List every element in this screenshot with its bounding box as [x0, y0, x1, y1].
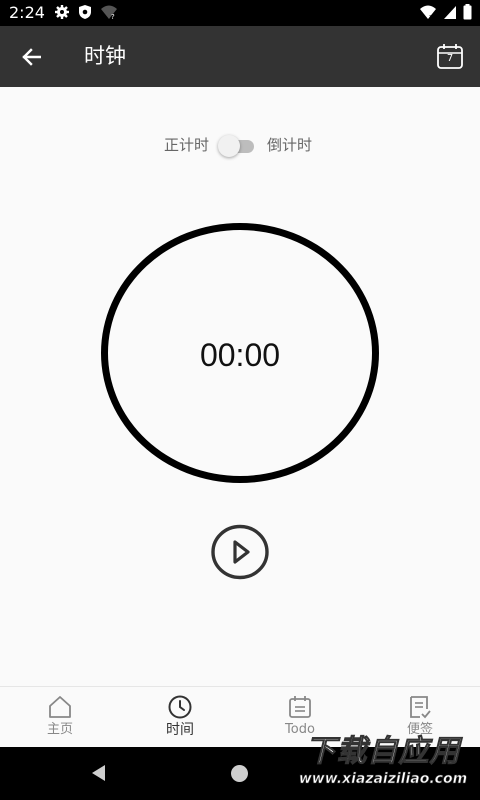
- mode-switch-row: 正计时 倒计时: [0, 133, 480, 157]
- calendar-icon: [289, 696, 311, 718]
- note-icon: [410, 696, 431, 719]
- back-button[interactable]: [14, 41, 48, 73]
- timer-display-area: 00:00: [0, 223, 480, 483]
- toggle-thumb: [218, 135, 240, 157]
- page-title: 时钟: [84, 44, 126, 68]
- watermark-url: www.xiazaiziliao.com: [298, 771, 468, 788]
- system-home-icon[interactable]: [231, 765, 248, 782]
- battery-icon: [463, 4, 472, 24]
- status-right-icons: x: [419, 4, 472, 24]
- gear-icon: [54, 4, 70, 24]
- svg-text:?: ?: [111, 13, 115, 20]
- watermark-text: 下载自应用: [305, 734, 461, 770]
- nav-item-time[interactable]: 时间: [120, 687, 240, 747]
- mode-toggle[interactable]: [218, 135, 256, 157]
- count-up-label: 正计时: [164, 136, 210, 154]
- play-button[interactable]: [211, 524, 269, 580]
- arrow-left-icon: [22, 48, 41, 66]
- nav-label-time: 时间: [166, 722, 194, 738]
- clock-icon: [168, 695, 192, 719]
- watermark: 下载自应用 www.xiazaiziliao.com: [290, 732, 476, 794]
- signal-icon: [443, 4, 457, 24]
- shield-icon: [78, 4, 92, 24]
- wifi-x-icon: x: [419, 4, 437, 24]
- timer-display: 00:00: [199, 337, 281, 373]
- status-time: 2:24: [9, 3, 45, 22]
- home-icon: [49, 696, 71, 718]
- status-bar: 2:24 ? x: [0, 0, 480, 26]
- calendar-day: 7: [446, 53, 454, 64]
- app-bar: 时钟 7: [0, 26, 480, 87]
- nav-item-home[interactable]: 主页: [0, 687, 120, 747]
- nav-label-home: 主页: [46, 722, 73, 737]
- play-icon: [211, 524, 269, 580]
- wifi-question-icon: ?: [100, 4, 118, 24]
- status-left-icons: ?: [54, 4, 118, 24]
- count-down-label: 倒计时: [267, 136, 313, 154]
- system-back-icon[interactable]: [90, 764, 108, 782]
- calendar-button[interactable]: 7: [434, 40, 466, 74]
- svg-text:x: x: [429, 13, 433, 20]
